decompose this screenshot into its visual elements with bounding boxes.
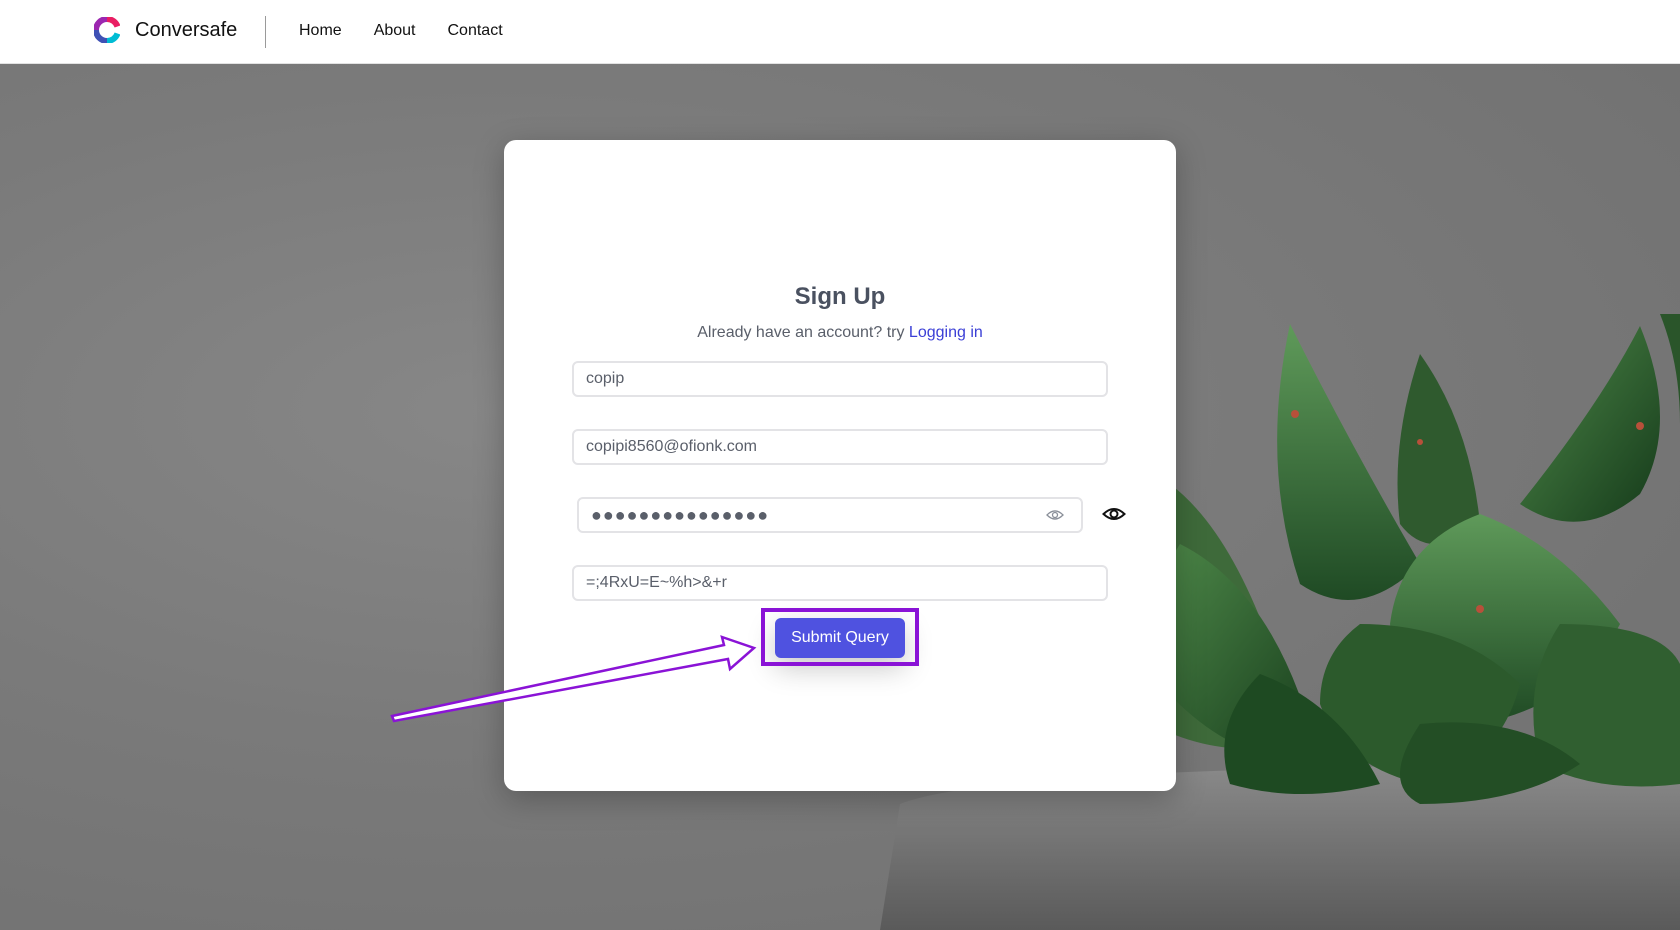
brand-name: Conversafe <box>135 18 238 41</box>
submit-button[interactable]: Submit Query <box>775 618 905 658</box>
nav-divider <box>265 16 266 48</box>
nav-link-about[interactable]: About <box>374 22 416 40</box>
nav-link-contact[interactable]: Contact <box>448 22 503 40</box>
brand[interactable]: Conversafe <box>94 17 237 43</box>
password-reveal-icon[interactable] <box>1046 508 1064 522</box>
nav-link-home[interactable]: Home <box>299 22 342 40</box>
signup-card: Sign Up Already have an account? try Log… <box>504 140 1176 791</box>
username-field[interactable] <box>572 361 1108 397</box>
confirm-password-field[interactable] <box>572 565 1108 601</box>
login-prompt: Already have an account? try Logging in <box>504 324 1176 342</box>
conversafe-logo-icon <box>94 17 120 43</box>
login-prompt-text: Already have an account? try <box>697 324 909 341</box>
login-link[interactable]: Logging in <box>909 324 983 341</box>
password-field[interactable] <box>577 497 1083 533</box>
signup-title: Sign Up <box>794 283 886 310</box>
nav-links: Home About Contact <box>299 22 503 40</box>
email-field[interactable] <box>572 429 1108 465</box>
top-navbar: Conversafe Home About Contact <box>0 0 1680 64</box>
toggle-password-eye-icon[interactable] <box>1102 504 1126 524</box>
